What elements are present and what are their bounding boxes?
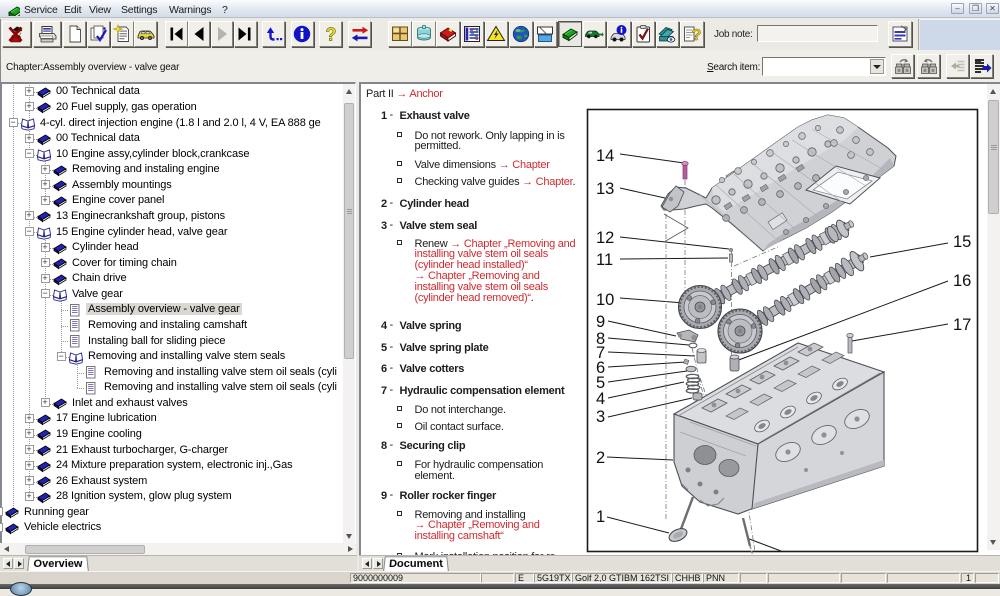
svg-text:2: 2	[596, 449, 605, 467]
svg-text:9: 9	[596, 313, 605, 331]
svg-text:16: 16	[953, 272, 971, 290]
svg-text:?: ?	[692, 27, 702, 44]
svg-text:17: 17	[953, 316, 971, 334]
svg-text:1: 1	[596, 508, 605, 526]
svg-text:13: 13	[596, 180, 614, 198]
svg-text:15: 15	[953, 233, 971, 251]
svg-text:10: 10	[596, 291, 614, 309]
svg-text:12: 12	[596, 229, 614, 247]
svg-text:?: ?	[325, 25, 336, 45]
svg-text:3: 3	[596, 408, 605, 426]
svg-text:4: 4	[596, 390, 605, 408]
svg-text:14: 14	[596, 147, 614, 165]
svg-text:11: 11	[596, 251, 613, 269]
